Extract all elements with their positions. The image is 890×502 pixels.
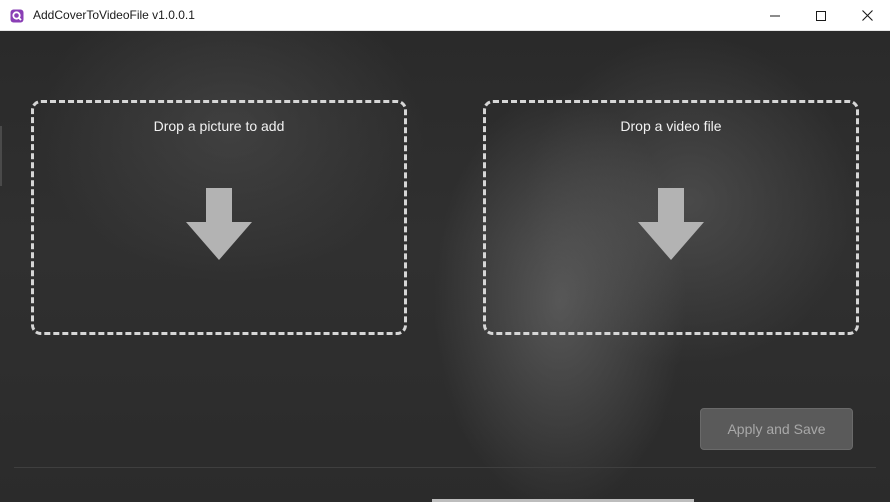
- video-dropzone-label: Drop a video file: [620, 118, 722, 134]
- close-button[interactable]: [844, 0, 890, 31]
- minimize-icon: [770, 15, 780, 16]
- down-arrow-icon: [638, 188, 704, 260]
- down-arrow-icon: [186, 188, 252, 260]
- client-area: Drop a picture to add Drop a video file …: [0, 31, 890, 502]
- apply-and-save-button[interactable]: Apply and Save: [700, 408, 853, 450]
- app-icon: [10, 9, 24, 23]
- app-window: AddCoverToVideoFile v1.0.0.1 Drop a pict…: [0, 0, 890, 502]
- divider: [14, 467, 876, 468]
- video-dropzone[interactable]: Drop a video file: [483, 100, 859, 335]
- picture-dropzone[interactable]: Drop a picture to add: [31, 100, 407, 335]
- title-bar[interactable]: AddCoverToVideoFile v1.0.0.1: [0, 0, 890, 31]
- maximize-button[interactable]: [798, 0, 844, 31]
- maximize-icon: [816, 10, 826, 21]
- window-title: AddCoverToVideoFile v1.0.0.1: [33, 8, 195, 22]
- picture-dropzone-label: Drop a picture to add: [153, 118, 285, 134]
- minimize-button[interactable]: [752, 0, 798, 31]
- close-icon: [861, 10, 873, 21]
- window-edge: [0, 126, 2, 186]
